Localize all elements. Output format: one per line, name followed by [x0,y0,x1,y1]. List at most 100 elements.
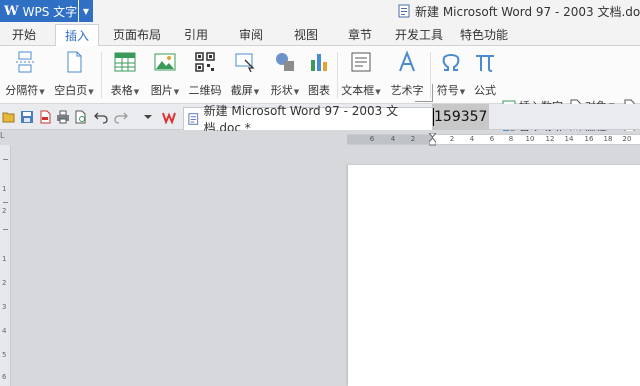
customize-toolbar-icon[interactable] [141,110,155,124]
chart-label: 图表 [308,84,330,97]
chart-icon [311,54,327,71]
save-icon[interactable] [20,110,34,124]
chevron-down-icon: ▼ [375,88,381,96]
ruler-label: 2 [449,135,455,143]
title-bar: W WPS 文字 ▼ 新建 Microsoft Word 97 - 2003 文… [0,0,640,22]
ruler-label: 6 [2,373,7,381]
tab-stop-selector[interactable]: L [0,131,11,142]
ruler-tick [3,229,8,230]
chevron-down-icon: ▼ [459,88,466,96]
textbox-button[interactable]: 文本框▼ [340,50,382,98]
document-workspace: L 6 4 2 2 4 6 8 10 12 14 16 18 20 1 2 1 … [0,131,640,386]
shapes-button[interactable]: 形状▼ [266,50,304,98]
screenshot-label: 截屏 [230,84,253,97]
page-break-button[interactable]: 分隔符▼ [2,50,48,98]
screenshot-icon [235,53,255,73]
document-page[interactable] [348,165,640,386]
ruler-label: 20 [622,135,632,143]
textbox-icon [351,52,371,72]
picture-button[interactable]: 图片▼ [146,50,184,98]
print-preview-icon[interactable] [74,110,88,124]
export-pdf-icon[interactable] [38,110,52,124]
ruler-tick [3,159,8,160]
ruler-label: 12 [545,135,555,143]
chart-button[interactable]: 图表 [304,50,334,98]
app-menu-dropdown-icon[interactable]: ▼ [79,0,93,22]
ruler-label: 5 [2,351,7,359]
wps-brand-icon[interactable] [162,110,176,124]
selected-text[interactable]: 159357 [432,104,490,130]
page-break-label: 分隔符 [5,84,39,97]
blank-page-button[interactable]: 空白页▼ [50,50,98,98]
tab-insert[interactable]: 插入 [55,24,99,46]
table-button[interactable]: 表格▼ [106,50,144,98]
ruler-tick [3,202,8,203]
document-icon [398,4,410,18]
table-icon [114,52,136,72]
screenshot-button[interactable]: 截屏▼ [226,50,264,98]
blank-page-icon [67,51,82,73]
ruler-label: 1 [2,255,7,263]
window-title-text: 新建 Microsoft Word 97 - 2003 文档.doc * [415,4,640,19]
app-menu-button[interactable]: W WPS 文字 [0,0,78,22]
blank-page-label: 空白页 [54,84,88,97]
quick-access-toolbar: 新建 Microsoft Word 97 - 2003 文档.doc * × + [0,104,640,135]
ribbon-divider [101,52,102,98]
symbol-button[interactable]: 符号▼ [432,50,470,98]
tab-review[interactable]: 审阅 [231,24,271,46]
ribbon-insert-panel: 分隔符▼ 空白页▼ 表格▼ 图片▼ 二维码 截屏▼ 形状▼ 图表 文本框▼ 艺术… [0,46,640,137]
indent-marker-icon[interactable] [429,133,436,146]
shapes-icon [276,53,294,71]
ruler-label: 6 [369,135,375,143]
textbox-label: 文本框 [341,84,375,97]
tab-developer[interactable]: 开发工具 [392,24,446,46]
tab-home[interactable]: 开始 [4,24,44,46]
qrcode-label: 二维码 [188,84,222,97]
ribbon-divider [337,52,338,98]
chevron-down-icon: ▼ [88,88,94,96]
horizontal-ruler[interactable]: 6 4 2 2 4 6 8 10 12 14 16 18 20 [347,133,640,146]
ruler-label: 4 [469,135,475,143]
wps-logo-icon: W [4,3,19,19]
print-icon[interactable] [56,110,70,124]
undo-icon[interactable] [94,110,108,124]
ruler-label: 4 [390,135,396,143]
redo-icon[interactable] [114,110,128,124]
chevron-down-icon: ▼ [253,88,260,96]
chevron-down-icon: ▼ [293,88,300,96]
qrcode-button[interactable]: 二维码 [186,50,224,98]
ruler-label: 18 [603,135,613,143]
chevron-down-icon: ▼ [133,88,140,96]
page-break-icon [16,51,34,73]
pi-icon [476,55,494,72]
document-tab[interactable]: 新建 Microsoft Word 97 - 2003 文档.doc * × [183,104,443,135]
symbol-label: 符号 [436,84,459,97]
ruler-label: 3 [2,303,7,311]
formula-button[interactable]: 公式 [470,50,500,98]
ruler-label: 4 [2,327,7,335]
document-icon [188,113,199,125]
chevron-down-icon: ▼ [173,88,180,96]
tab-section[interactable]: 章节 [340,24,380,46]
text-margin-corner-mark [415,84,433,102]
ruler-label: 10 [525,135,535,143]
tab-page-layout[interactable]: 页面布局 [111,24,163,46]
ribbon-tabs: 开始 插入 页面布局 引用 审阅 视图 章节 开发工具 特色功能 [0,22,640,46]
ruler-label: 2 [410,135,416,143]
ruler-label: 2 [2,279,7,287]
window-title: 新建 Microsoft Word 97 - 2003 文档.doc * [398,3,640,19]
ruler-label: 14 [564,135,574,143]
tab-special-features[interactable]: 特色功能 [456,24,512,46]
open-folder-icon[interactable] [2,110,16,124]
chevron-down-icon: ▼ [39,88,45,96]
shapes-label: 形状 [270,84,293,97]
wordart-icon [399,50,415,72]
picture-label: 图片 [150,84,173,97]
table-label: 表格 [110,84,133,97]
ruler-label: 1 [2,185,7,193]
vertical-ruler[interactable]: 1 2 1 2 3 4 5 6 [0,145,11,386]
tab-view[interactable]: 视图 [286,24,326,46]
tab-references[interactable]: 引用 [176,24,216,46]
picture-icon [154,53,176,71]
ruler-label: 6 [489,135,495,143]
